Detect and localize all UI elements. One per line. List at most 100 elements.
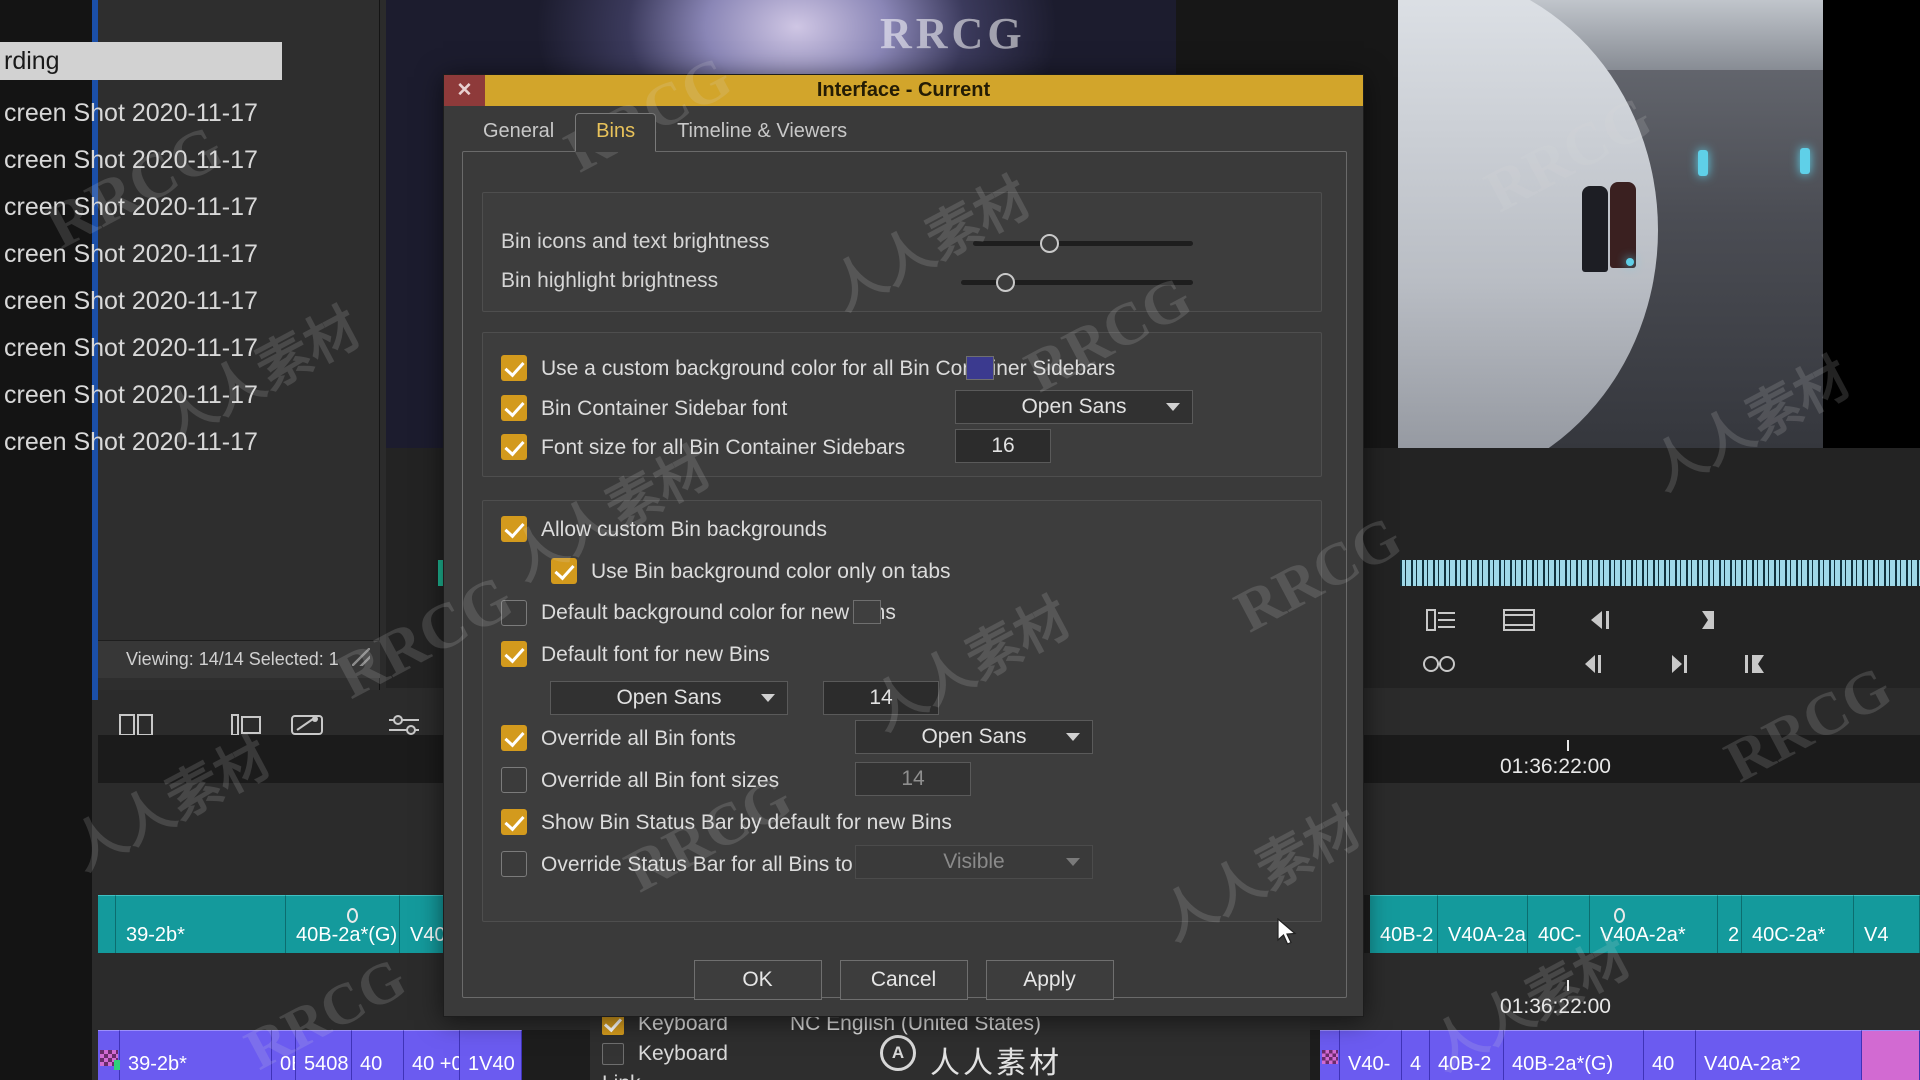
- clip[interactable]: 39-2b*: [120, 1030, 272, 1080]
- clip-label: 40C-: [1538, 924, 1582, 946]
- clip[interactable]: 40: [1644, 1030, 1696, 1080]
- clip[interactable]: 40B-2: [1370, 895, 1438, 953]
- clip[interactable]: 40: [352, 1030, 404, 1080]
- timeline-ruler-right[interactable]: [1360, 735, 1920, 783]
- clip-label: V4: [1864, 924, 1889, 946]
- keyboard-setting-row-2[interactable]: Keyboard: [602, 1042, 728, 1066]
- clip[interactable]: 40B-2a*(G): [286, 895, 400, 953]
- custom-sidebar-bg-label: Use a custom background color for all Bi…: [541, 357, 1116, 380]
- tab-timeline-viewers[interactable]: Timeline & Viewers: [656, 113, 868, 152]
- sidebar-font-size-field[interactable]: 16: [955, 429, 1051, 463]
- chevron-down-icon: [761, 694, 775, 702]
- bin-bg-only-tabs-checkbox[interactable]: [551, 558, 577, 584]
- clip[interactable]: 5408: [296, 1030, 352, 1080]
- clip[interactable]: V40A-2a*: [1590, 895, 1718, 953]
- bin-row[interactable]: creen Shot 2020-11-17: [0, 231, 282, 278]
- clip[interactable]: V40A-2a*2: [1696, 1030, 1862, 1080]
- step-back-frame-icon[interactable]: [1575, 647, 1617, 681]
- clip[interactable]: 2: [1718, 895, 1742, 953]
- clip-label: 40B-2: [1380, 924, 1434, 946]
- allow-custom-bin-bg-checkbox[interactable]: [501, 516, 527, 542]
- show-bin-status-bar-label: Show Bin Status Bar by default for new B…: [541, 811, 952, 834]
- close-icon[interactable]: ✕: [444, 75, 485, 106]
- clip[interactable]: V40-: [1340, 1030, 1402, 1080]
- interface-settings-dialog: ✕ Interface - Current General Bins Timel…: [443, 74, 1364, 1017]
- clip[interactable]: 1V40: [460, 1030, 522, 1080]
- default-new-bin-font-dropdown[interactable]: Open Sans: [550, 681, 788, 715]
- clip-label: 39-2b*: [126, 924, 185, 946]
- apply-button[interactable]: Apply: [985, 960, 1114, 1000]
- bin-row[interactable]: creen Shot 2020-11-17: [0, 419, 282, 466]
- clip[interactable]: [98, 895, 116, 953]
- bin-row[interactable]: creen Shot 2020-11-17: [0, 90, 282, 137]
- mark-out-icon[interactable]: [1690, 603, 1732, 637]
- sidebar-bg-color-swatch[interactable]: [966, 356, 994, 380]
- step-back-icon[interactable]: [1580, 603, 1622, 637]
- clip[interactable]: V40A-2a: [1438, 895, 1528, 953]
- clip[interactable]: 4: [1402, 1030, 1430, 1080]
- link-toggle-icon[interactable]: [1418, 647, 1460, 681]
- default-font-new-bins-checkbox[interactable]: [501, 641, 527, 667]
- sidebar-font-checkbox[interactable]: [501, 395, 527, 421]
- bin-icons-brightness-knob[interactable]: [1040, 234, 1059, 253]
- chevron-down-icon: [1066, 858, 1080, 866]
- default-new-bin-size-field[interactable]: 14: [823, 681, 939, 715]
- default-bg-color-swatch[interactable]: [853, 600, 881, 624]
- avid-logo-icon: A: [880, 1035, 916, 1071]
- mark-out-right-icon[interactable]: [1735, 647, 1777, 681]
- clip[interactable]: 40C-2a*: [1742, 895, 1854, 953]
- corridor-light-2: [1800, 148, 1810, 174]
- bin-icons-brightness-label: Bin icons and text brightness: [501, 230, 770, 253]
- override-bin-fonts-checkbox[interactable]: [501, 725, 527, 751]
- override-bin-font-sizes-checkbox[interactable]: [501, 767, 527, 793]
- show-bin-status-bar-checkbox[interactable]: [501, 809, 527, 835]
- corridor-light-1: [1698, 150, 1708, 176]
- default-new-bin-font-value: Open Sans: [616, 686, 722, 709]
- clip[interactable]: 0B: [272, 1030, 296, 1080]
- clip-label: V40A-2a*2: [1704, 1053, 1801, 1075]
- sidebar-font-dropdown[interactable]: Open Sans: [955, 390, 1193, 424]
- bin-row-selected[interactable]: rding: [0, 42, 282, 80]
- override-bin-font-size-field[interactable]: 14: [855, 762, 971, 796]
- clip-label: 39-2b*: [128, 1053, 187, 1075]
- bin-row[interactable]: creen Shot 2020-11-17: [0, 278, 282, 325]
- override-bin-font-dropdown[interactable]: Open Sans: [855, 720, 1093, 754]
- clip[interactable]: 39-2b*: [116, 895, 286, 953]
- sidebar-font-label: Bin Container Sidebar font: [541, 397, 788, 420]
- tab-general[interactable]: General: [462, 113, 575, 152]
- keyboard-checkbox-2[interactable]: [602, 1043, 624, 1065]
- step-forward-frame-icon[interactable]: [1655, 647, 1697, 681]
- clip-label: 40 +04: [412, 1053, 459, 1075]
- clip-label: 40C-2a*: [1752, 924, 1826, 946]
- ok-button[interactable]: OK: [693, 960, 822, 1000]
- timecode-right: 01:36:22:00: [1500, 755, 1611, 778]
- viewer-black-margin: [1823, 0, 1920, 448]
- bin-row[interactable]: creen Shot 2020-11-17: [0, 137, 282, 184]
- filmstrip-icon[interactable]: [1498, 603, 1540, 637]
- clip[interactable]: [1862, 1030, 1920, 1080]
- clip[interactable]: 40B-2a*(G): [1504, 1030, 1644, 1080]
- timecode-right-lower: 01:36:22:00: [1500, 995, 1611, 1018]
- bin-status-bar: Viewing: 14/14 Selected: 1: [98, 640, 380, 678]
- cancel-button[interactable]: Cancel: [839, 960, 968, 1000]
- custom-sidebar-bg-checkbox[interactable]: [501, 355, 527, 381]
- bin-row[interactable]: creen Shot 2020-11-17: [0, 372, 282, 419]
- bin-bg-only-tabs-label: Use Bin background color only on tabs: [591, 560, 951, 583]
- status-bar-state-dropdown[interactable]: Visible: [855, 845, 1093, 879]
- bin-highlight-brightness-knob[interactable]: [996, 273, 1015, 292]
- sidebar-font-size-checkbox[interactable]: [501, 434, 527, 460]
- clip[interactable]: V4: [1854, 895, 1920, 953]
- tab-bins[interactable]: Bins: [575, 113, 657, 152]
- link-setting-row[interactable]: Link: [602, 1072, 641, 1080]
- clip[interactable]: 40C-: [1528, 895, 1590, 953]
- bin-icons-brightness-slider[interactable]: [973, 241, 1193, 246]
- clip[interactable]: 40B-2: [1430, 1030, 1504, 1080]
- bin-row[interactable]: creen Shot 2020-11-17: [0, 325, 282, 372]
- default-bg-new-bins-checkbox[interactable]: [501, 600, 527, 626]
- clip[interactable]: 40 +04: [404, 1030, 460, 1080]
- bin-row[interactable]: creen Shot 2020-11-17: [0, 184, 282, 231]
- bin-resize-grip[interactable]: [352, 648, 370, 666]
- list-view-icon[interactable]: [1420, 603, 1462, 637]
- override-status-bar-checkbox[interactable]: [501, 851, 527, 877]
- clip-label: V40A-2a*: [1600, 924, 1686, 946]
